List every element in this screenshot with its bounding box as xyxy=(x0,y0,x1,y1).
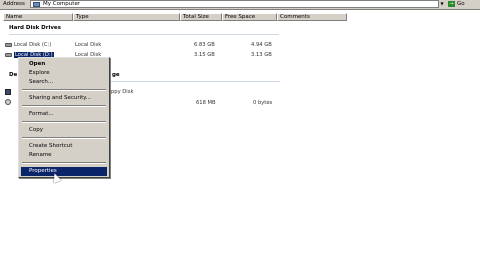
hard-drive-icon xyxy=(5,43,12,47)
menu-item-format[interactable]: Format... xyxy=(21,110,107,119)
address-label: Address xyxy=(3,1,25,7)
address-dropdown-button[interactable]: ▼ xyxy=(438,0,445,8)
menu-separator xyxy=(22,121,106,123)
column-header-type[interactable]: Type xyxy=(73,13,180,21)
address-field[interactable]: My Computer xyxy=(30,0,445,8)
menu-item-open[interactable]: Open xyxy=(21,60,107,69)
menu-separator xyxy=(22,105,106,107)
section-divider xyxy=(9,34,279,35)
drive-type: ppy Disk xyxy=(111,89,134,95)
drive-type: Local Disk xyxy=(75,42,102,48)
column-header-total-size[interactable]: Total Size xyxy=(180,13,222,21)
drive-total-size: 3.15 GB xyxy=(194,52,215,58)
address-bar: Address My Computer ▼ → Go xyxy=(0,0,480,10)
menu-item-sharing-security[interactable]: Sharing and Security... xyxy=(21,94,107,103)
go-label: Go xyxy=(457,1,465,7)
menu-item-copy[interactable]: Copy xyxy=(21,126,107,135)
address-value: My Computer xyxy=(43,1,81,7)
menu-item-search[interactable]: Search... xyxy=(21,78,107,87)
cd-drive-icon xyxy=(5,99,11,105)
menu-separator xyxy=(22,162,106,164)
section-divider xyxy=(110,81,280,82)
column-header-comments[interactable]: Comments xyxy=(277,13,347,21)
menu-item-create-shortcut[interactable]: Create Shortcut xyxy=(21,142,107,151)
drive-total-size: 618 MB xyxy=(196,100,216,106)
drive-free-space: 4.94 GB xyxy=(251,42,272,48)
drive-free-space: 0 bytes xyxy=(253,100,273,106)
floppy-drive-icon xyxy=(5,89,11,95)
go-arrow-icon: → xyxy=(448,0,455,7)
menu-item-explore[interactable]: Explore xyxy=(21,69,107,78)
drive-free-space: 3.13 GB xyxy=(251,52,272,58)
my-computer-icon xyxy=(33,2,40,7)
section-heading-removable-storage: ge xyxy=(112,72,120,78)
column-header-name[interactable]: Name xyxy=(3,13,73,21)
menu-item-properties[interactable]: Properties xyxy=(21,167,107,176)
section-heading-partial-prefix: De xyxy=(9,72,18,78)
go-button[interactable]: → Go xyxy=(448,0,476,8)
drive-name: Local Disk (C:) xyxy=(14,42,52,48)
column-header-free-space[interactable]: Free Space xyxy=(222,13,277,21)
context-menu: Open Explore Search... Sharing and Secur… xyxy=(18,57,110,178)
section-heading-hard-disk-drives: Hard Disk Drives xyxy=(9,25,61,31)
menu-separator xyxy=(22,89,106,91)
drive-total-size: 6.83 GB xyxy=(194,42,215,48)
menu-item-rename[interactable]: Rename xyxy=(21,151,107,160)
menu-separator xyxy=(22,137,106,139)
hard-drive-icon xyxy=(5,53,12,57)
